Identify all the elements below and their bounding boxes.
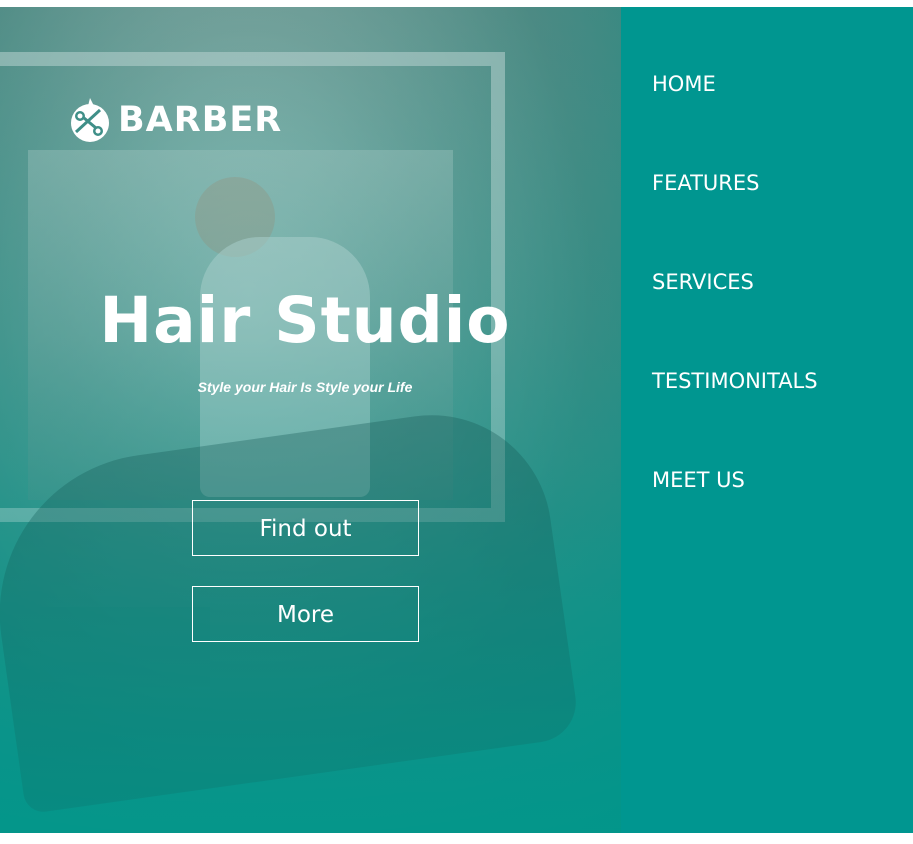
hero-title: Hair Studio <box>99 284 511 357</box>
side-navigation: HOME FEATURES SERVICES TESTIMONITALS MEE… <box>621 7 913 833</box>
page: BARBER Hair Studio Style your Hair Is St… <box>0 0 913 844</box>
nav-item-meet-us[interactable]: MEET US <box>652 466 745 494</box>
more-button[interactable]: More <box>192 586 419 642</box>
hero-subtitle: Style your Hair Is Style your Life <box>197 379 413 395</box>
brand-name: BARBER <box>118 99 283 140</box>
find-out-button[interactable]: Find out <box>192 500 419 556</box>
brand-logo[interactable]: BARBER <box>66 95 282 145</box>
nav-item-home[interactable]: HOME <box>652 70 716 98</box>
nav-item-features[interactable]: FEATURES <box>652 169 759 197</box>
scissors-comb-icon <box>71 98 109 142</box>
nav-item-services[interactable]: SERVICES <box>652 268 754 296</box>
nav-item-testimonials[interactable]: TESTIMONITALS <box>652 367 818 395</box>
hero-section: BARBER Hair Studio Style your Hair Is St… <box>0 7 621 833</box>
